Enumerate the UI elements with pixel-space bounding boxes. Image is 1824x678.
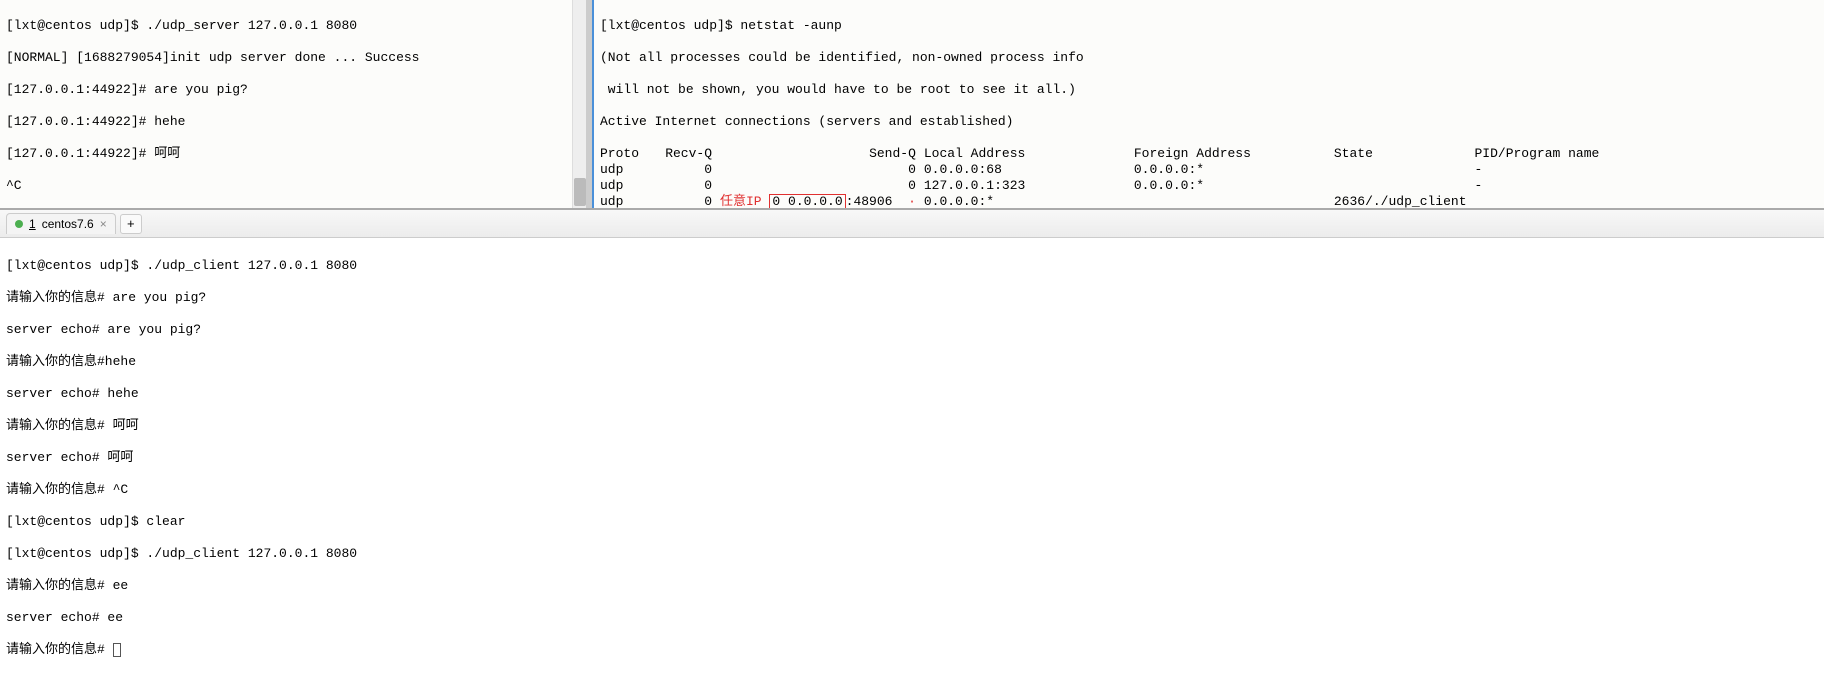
col-proto: Proto	[600, 146, 660, 162]
cell: 任意IP 0 0.0.0.0:48906 ·	[720, 194, 924, 208]
terminal-line: 请输入你的信息# ee	[6, 578, 1818, 594]
cell: 0.0.0.0:*	[924, 194, 1134, 208]
terminal-line: [127.0.0.1:44922]# hehe	[6, 114, 580, 130]
table-row: udp 0 0 127.0.0.1:323 0.0.0.0:* -	[600, 178, 1607, 194]
terminal-line: server echo# 呵呵	[6, 450, 1818, 466]
col-state: State	[1334, 146, 1475, 162]
cell: udp	[600, 162, 660, 178]
terminal-line: server echo# ee	[6, 610, 1818, 626]
cell: -	[1475, 178, 1608, 194]
terminal-prompt-line: 请输入你的信息#	[6, 642, 1818, 658]
terminal-line: server echo# are you pig?	[6, 322, 1818, 338]
terminal-line: server echo# hehe	[6, 386, 1818, 402]
terminal-line: [lxt@centos udp]$ ./udp_client 127.0.0.1…	[6, 258, 1818, 274]
annotation-label: 任意IP	[720, 194, 762, 208]
top-split: [lxt@centos udp]$ ./udp_server 127.0.0.1…	[0, 0, 1824, 210]
terminal-line: 请输入你的信息# are you pig?	[6, 290, 1818, 306]
highlight-box: 0 0.0.0.0	[769, 194, 845, 208]
cell: udp	[600, 194, 660, 208]
cell: 0.0.0.0:68	[924, 162, 1134, 178]
cell: 0	[720, 178, 924, 194]
terminal-bottom-pane[interactable]: [lxt@centos udp]$ ./udp_client 127.0.0.1…	[0, 238, 1824, 678]
terminal-right-pane[interactable]: [lxt@centos udp]$ netstat -aunp (Not all…	[592, 0, 1824, 208]
terminal-line: (Not all processes could be identified, …	[600, 50, 1818, 66]
table-row: udp 0 任意IP 0 0.0.0.0:48906 · 0.0.0.0:* 2…	[600, 194, 1607, 208]
col-local: Local Address	[924, 146, 1134, 162]
terminal-line: 请输入你的信息# 呵呵	[6, 418, 1818, 434]
cell: 0.0.0.0:*	[1134, 178, 1334, 194]
tab-index: 1	[29, 217, 36, 231]
cell: udp	[600, 178, 660, 194]
cell	[1334, 178, 1475, 194]
tab-centos[interactable]: 1 centos7.6 ×	[6, 213, 116, 234]
cell: -	[1475, 162, 1608, 178]
terminal-line: [NORMAL] [1688279054]init udp server don…	[6, 50, 580, 66]
scrollbar-vertical[interactable]	[572, 0, 586, 208]
cell-port: :48906	[846, 194, 893, 208]
terminal-left-pane[interactable]: [lxt@centos udp]$ ./udp_server 127.0.0.1…	[0, 0, 592, 208]
col-foreign: Foreign Address	[1134, 146, 1334, 162]
terminal-line: [lxt@centos udp]$ netstat -aunp	[600, 18, 1818, 34]
table-row: udp 0 0 0.0.0.0:68 0.0.0.0:* -	[600, 162, 1607, 178]
cell: 2636/./udp_client	[1334, 194, 1475, 208]
terminal-line: will not be shown, you would have to be …	[600, 82, 1818, 98]
cell	[1334, 162, 1475, 178]
table-header-row: Proto Recv-Q Send-Q Local Address Foreig…	[600, 146, 1607, 162]
terminal-line: [127.0.0.1:44922]# 呵呵	[6, 146, 580, 162]
terminal-line: [lxt@centos udp]$ ./udp_server 127.0.0.1…	[6, 18, 580, 34]
cell: 0	[720, 162, 924, 178]
cell: 127.0.0.1:323	[924, 178, 1134, 194]
col-sendq: Send-Q	[720, 146, 924, 162]
netstat-table: Proto Recv-Q Send-Q Local Address Foreig…	[600, 146, 1607, 208]
prompt-text: 请输入你的信息#	[6, 642, 113, 657]
cell: 0	[660, 178, 720, 194]
close-icon[interactable]: ×	[100, 217, 107, 231]
terminal-line: Active Internet connections (servers and…	[600, 114, 1818, 130]
dot-icon: ·	[908, 194, 916, 208]
terminal-line: [127.0.0.1:44922]# are you pig?	[6, 82, 580, 98]
cell	[1134, 194, 1334, 208]
plus-icon: +	[127, 216, 135, 231]
col-recvq: Recv-Q	[660, 146, 720, 162]
cell: 0	[660, 194, 720, 208]
terminal-line: 请输入你的信息#hehe	[6, 354, 1818, 370]
terminal-line: ^C	[6, 178, 580, 194]
col-pid: PID/Program name	[1475, 146, 1608, 162]
tab-bar: 1 centos7.6 × +	[0, 210, 1824, 238]
cursor-icon	[113, 643, 121, 657]
terminal-line: 请输入你的信息# ^C	[6, 482, 1818, 498]
cell: 0.0.0.0:*	[1134, 162, 1334, 178]
terminal-line: [lxt@centos udp]$ clear	[6, 514, 1818, 530]
new-tab-button[interactable]: +	[120, 214, 142, 234]
status-dot-icon	[15, 220, 23, 228]
cell: 0	[660, 162, 720, 178]
tab-label: centos7.6	[42, 217, 94, 231]
